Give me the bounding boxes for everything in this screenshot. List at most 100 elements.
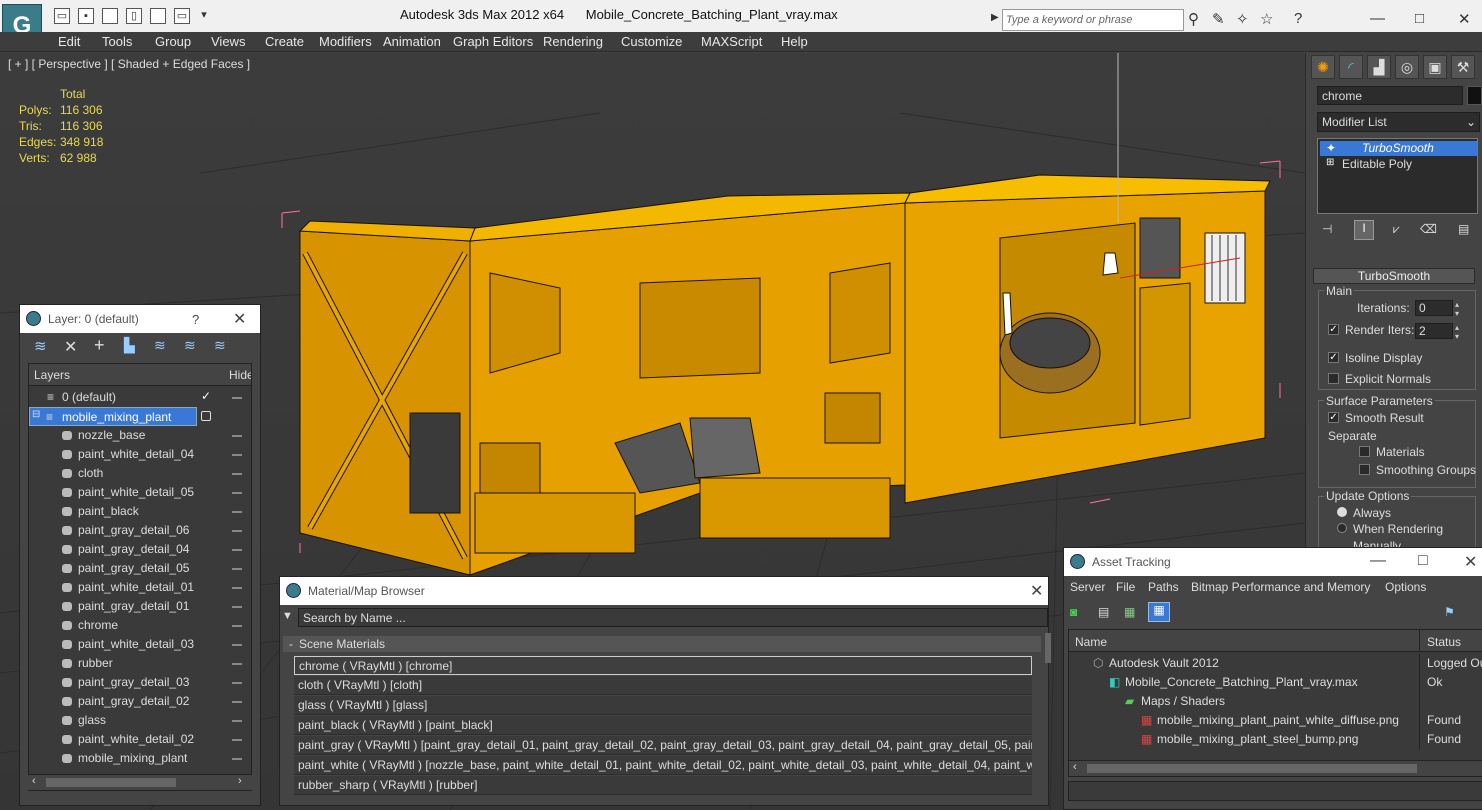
layer-state-icon[interactable]: [201, 411, 211, 421]
material-row[interactable]: cloth ( VRayMtl ) [cloth]: [294, 676, 1032, 695]
layer-object-row[interactable]: nozzle_base: [29, 426, 251, 445]
close-icon[interactable]: ✕: [233, 309, 246, 329]
layer-object-row[interactable]: paint_gray_detail_04: [29, 540, 251, 559]
hide-toggle[interactable]: [232, 530, 242, 532]
layer-object-row[interactable]: paint_black: [29, 502, 251, 521]
menu-help[interactable]: Help: [781, 34, 808, 49]
asset-row[interactable]: ▦ mobile_mixing_plant_paint_white_diffus…: [1069, 711, 1482, 730]
favorites-icon[interactable]: ✧: [1236, 10, 1249, 28]
minimize-icon[interactable]: —: [1370, 552, 1386, 570]
spinner-arrows-icon[interactable]: ▴ ▾: [1455, 323, 1459, 341]
stack-item-editable-poly[interactable]: ⊞ Editable Poly: [1320, 157, 1477, 172]
hide-toggle[interactable]: [232, 720, 242, 722]
scroll-left-icon[interactable]: ‹: [32, 775, 36, 787]
close-icon[interactable]: ✕: [1030, 581, 1043, 601]
material-browser-titlebar[interactable]: Material/Map Browser ✕: [280, 577, 1048, 605]
search-input[interactable]: Type a keyword or phrase: [1002, 9, 1184, 31]
layer-object-row[interactable]: mobile_mixing_plant: [29, 749, 251, 768]
hide-toggle[interactable]: [232, 606, 242, 608]
freeze-all-icon[interactable]: ≋: [214, 337, 226, 354]
menu-maxscript[interactable]: MAXScript: [701, 34, 762, 49]
utilities-tab-icon[interactable]: ⚒: [1451, 55, 1475, 79]
redo-icon[interactable]: [150, 8, 166, 24]
layer-object-row[interactable]: paint_gray_detail_06: [29, 521, 251, 540]
iterations-spinner[interactable]: 0: [1415, 300, 1453, 316]
maximize-icon[interactable]: □: [1418, 552, 1428, 570]
scroll-left-icon[interactable]: ‹: [1073, 761, 1077, 773]
layer-object-row[interactable]: paint_white_detail_04: [29, 445, 251, 464]
material-row[interactable]: chrome ( VRayMtl ) [chrome]: [294, 656, 1032, 675]
open-icon[interactable]: ▭: [54, 8, 70, 24]
material-search-input[interactable]: Search by Name ...: [298, 608, 1048, 627]
layer-object-row[interactable]: chrome: [29, 616, 251, 635]
hide-all-icon[interactable]: ≋: [184, 337, 196, 354]
highlight-layer-icon[interactable]: ≋: [154, 337, 166, 354]
material-row[interactable]: paint_black ( VRayMtl ) [paint_black]: [294, 716, 1032, 735]
modify-tab-icon[interactable]: ◜: [1339, 55, 1363, 79]
layer-object-row[interactable]: cloth: [29, 464, 251, 483]
hide-toggle[interactable]: [232, 739, 242, 741]
layer-window-titlebar[interactable]: Layer: 0 (default) ? ✕: [20, 305, 260, 333]
layer-object-row[interactable]: rubber: [29, 654, 251, 673]
hide-toggle[interactable]: [232, 397, 242, 399]
menu-create[interactable]: Create: [265, 34, 304, 49]
scroll-thumb[interactable]: [1087, 764, 1417, 773]
delete-layer-icon[interactable]: ✕: [64, 337, 77, 357]
vertical-scrollbar[interactable]: [1045, 633, 1051, 663]
asset-tracking-titlebar[interactable]: Asset Tracking — □ ✕: [1064, 548, 1482, 576]
remove-modifier-icon[interactable]: ⌫: [1420, 222, 1437, 236]
turbosmooth-rollout-header[interactable]: TurboSmooth: [1313, 268, 1475, 284]
layer-row-mobile-mixing-plant[interactable]: ⊟ ≡ mobile_mixing_plant: [29, 407, 197, 426]
expand-plus-icon[interactable]: ⊞: [1326, 157, 1334, 168]
layer-object-row[interactable]: glass: [29, 711, 251, 730]
menu-rendering[interactable]: Rendering: [543, 34, 603, 49]
object-name-field[interactable]: chrome: [1317, 86, 1463, 105]
layer-object-row[interactable]: paint_white_detail_03: [29, 635, 251, 654]
asset-row[interactable]: ◧ Mobile_Concrete_Batching_Plant_vray.ma…: [1069, 673, 1482, 692]
column-name[interactable]: Name: [1075, 635, 1107, 649]
close-icon[interactable]: ✕: [1458, 10, 1471, 28]
collapse-minus-icon[interactable]: -: [289, 637, 293, 651]
always-radio[interactable]: [1337, 507, 1347, 517]
help-icon[interactable]: ?: [1294, 10, 1302, 27]
menu-animation[interactable]: Animation: [383, 34, 441, 49]
layer-object-row[interactable]: paint_gray_detail_05: [29, 559, 251, 578]
column-hide[interactable]: Hide: [229, 368, 251, 382]
material-row[interactable]: rubber_sharp ( VRayMtl ) [rubber]: [294, 776, 1032, 795]
hide-toggle[interactable]: [232, 492, 242, 494]
layer-object-row[interactable]: paint_white_detail_01: [29, 578, 251, 597]
asset-row[interactable]: ▦ mobile_mixing_plant_steel_bump.png Fou…: [1069, 730, 1482, 749]
options-arrow-icon[interactable]: ▼: [282, 610, 293, 622]
asset-path-field[interactable]: [1068, 781, 1482, 801]
menu-views[interactable]: Views: [211, 34, 245, 49]
add-to-layer-icon[interactable]: +: [94, 335, 105, 356]
binoculars-icon[interactable]: ⚲: [1188, 10, 1199, 28]
hide-toggle[interactable]: [232, 663, 242, 665]
hide-toggle[interactable]: [232, 511, 242, 513]
column-status[interactable]: Status: [1427, 635, 1461, 649]
lightbulb-icon[interactable]: ✦: [1326, 141, 1336, 155]
select-objects-icon[interactable]: ▙: [124, 337, 135, 354]
material-row[interactable]: glass ( VRayMtl ) [glass]: [294, 696, 1032, 715]
layer-object-row[interactable]: paint_gray_detail_03: [29, 673, 251, 692]
horizontal-scrollbar[interactable]: ‹ ›: [28, 774, 252, 790]
spinner-arrows-icon[interactable]: ▴ ▾: [1455, 300, 1459, 318]
material-row[interactable]: paint_white ( VRayMtl ) [nozzle_base, pa…: [294, 756, 1032, 775]
menu-customize[interactable]: Customize: [621, 34, 682, 49]
create-layer-icon[interactable]: ≋: [34, 337, 47, 355]
explicit-normals-checkbox[interactable]: [1328, 373, 1339, 384]
scene-materials-group-header[interactable]: - Scene Materials: [283, 636, 1041, 652]
menu-graph-editors[interactable]: Graph Editors: [453, 34, 533, 49]
new-icon[interactable]: [102, 8, 118, 24]
hide-toggle[interactable]: [232, 587, 242, 589]
hide-toggle[interactable]: [232, 473, 242, 475]
layer-row-default[interactable]: ≡ 0 (default) ✓: [29, 388, 251, 407]
display-tab-icon[interactable]: ▣: [1423, 55, 1447, 79]
viewport-label[interactable]: [ + ] [ Perspective ] [ Shaded + Edged F…: [8, 57, 250, 71]
menu-server[interactable]: Server: [1070, 580, 1105, 594]
hide-toggle[interactable]: [232, 549, 242, 551]
hide-toggle[interactable]: [232, 758, 242, 760]
smoothing-groups-checkbox[interactable]: [1359, 464, 1370, 475]
hide-toggle[interactable]: [232, 644, 242, 646]
smooth-result-checkbox[interactable]: ✓: [1328, 412, 1339, 423]
